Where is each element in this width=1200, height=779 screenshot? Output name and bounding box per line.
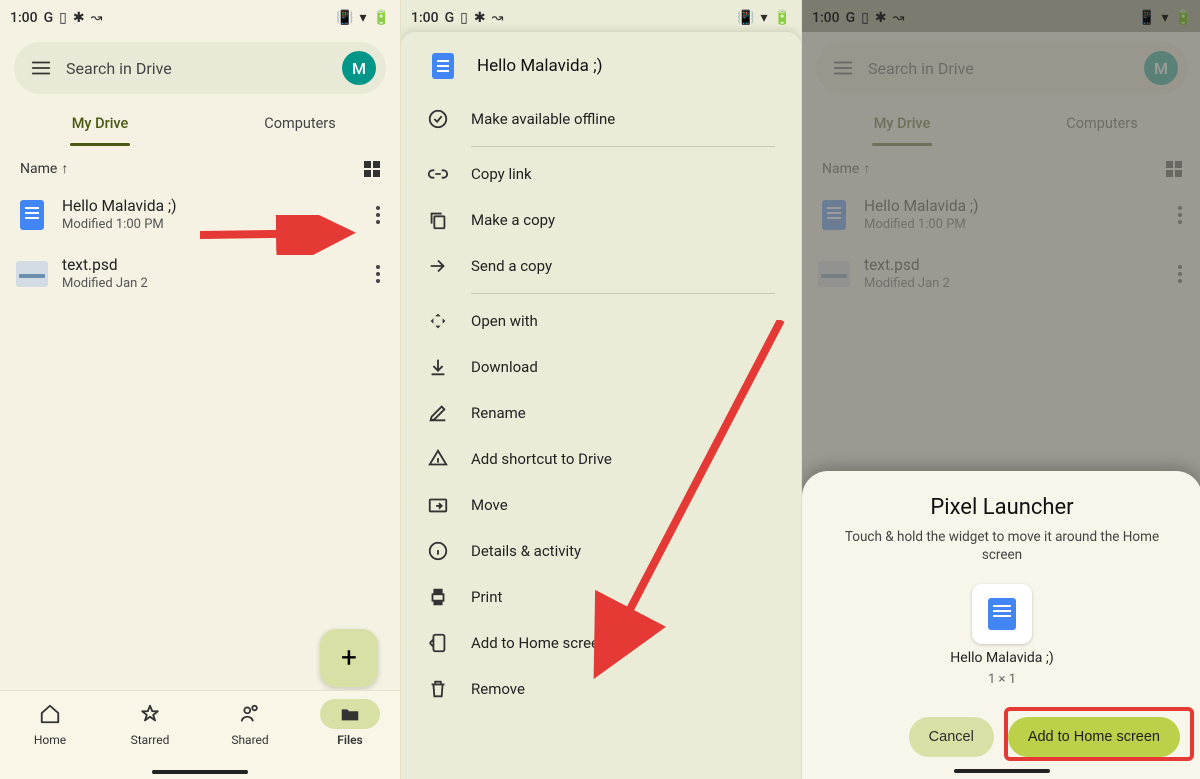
search-placeholder: Search in Drive (66, 59, 328, 78)
fab-new[interactable]: + (320, 629, 378, 687)
vibrate-icon: 📳 (336, 10, 353, 26)
add-home-icon (427, 632, 449, 654)
rename-icon (427, 402, 449, 424)
grid-view-icon[interactable] (364, 161, 380, 177)
g-icon: G (445, 10, 455, 26)
status-bar: 1:00 G ▯ ✱ ↝ 📳 ▾ 🔋 (401, 0, 801, 32)
wifi-icon: ▾ (761, 10, 768, 26)
info-icon (427, 540, 449, 562)
menu-send-copy[interactable]: Send a copy (427, 243, 775, 289)
clock: 1:00 (411, 10, 439, 26)
link-icon (427, 163, 449, 185)
menu-rename[interactable]: Rename (427, 390, 775, 436)
screenshot-drive-files: 1:00 G ▯ ✱ ↝ 📳 ▾ 🔋 Search in Drive M My … (0, 0, 401, 779)
status-bar: 1:00 G ▯ ✱ ↝ 📳 ▾ 🔋 (0, 0, 400, 32)
nav-handle[interactable] (152, 770, 248, 774)
file-name: text.psd (62, 256, 358, 274)
search-bar[interactable]: Search in Drive M (14, 42, 386, 94)
menu-download[interactable]: Download (427, 344, 775, 390)
menu-open-with[interactable]: Open with (427, 298, 775, 344)
more-icon[interactable] (372, 200, 384, 230)
nav-home[interactable]: Home (0, 699, 100, 779)
annotation-highlight (1004, 707, 1194, 761)
fan-icon: ✱ (474, 10, 486, 26)
vibrate-icon: 📳 (737, 10, 754, 26)
nav-shared[interactable]: Shared (200, 699, 300, 779)
screenshot-add-widget: 1:00 G ▯ ✱ ↝ 📳 ▾ 🔋 Search in Drive M My … (802, 0, 1200, 779)
cancel-button[interactable]: Cancel (909, 717, 994, 757)
send-icon (427, 255, 449, 277)
file-modified: Modified Jan 2 (62, 276, 358, 291)
file-name: Hello Malavida ;) (62, 197, 358, 215)
wifi-icon: ▾ (360, 10, 367, 26)
g-icon: G (44, 10, 54, 26)
screenshot-context-menu: 1:00 G ▯ ✱ ↝ 📳 ▾ 🔋 Hello Malavida ;) Mak… (401, 0, 802, 779)
open-with-icon (427, 310, 449, 332)
sort-button[interactable]: Name ↑ (20, 160, 68, 177)
home-icon (39, 703, 61, 725)
dialog-title: Pixel Launcher (824, 495, 1180, 520)
menu-print[interactable]: Print (427, 574, 775, 620)
drive-shortcut-icon (427, 448, 449, 470)
battery-icon: 🔋 (373, 10, 390, 26)
star-icon (139, 703, 161, 725)
menu-remove[interactable]: Remove (427, 666, 775, 712)
offline-icon (427, 108, 449, 130)
phone-icon: ▯ (460, 10, 468, 26)
people-icon (239, 703, 261, 725)
widget-size: 1 × 1 (988, 672, 1016, 687)
nav-files[interactable]: Files (300, 699, 400, 779)
dialog-subtitle: Touch & hold the widget to move it aroun… (834, 528, 1170, 564)
clock: 1:00 (10, 10, 38, 26)
docs-icon (988, 598, 1016, 630)
menu-details[interactable]: Details & activity (427, 528, 775, 574)
widget-name: Hello Malavida ;) (950, 650, 1053, 666)
file-row[interactable]: Hello Malavida ;) Modified 1:00 PM (14, 185, 386, 244)
widget-preview[interactable]: Hello Malavida ;) 1 × 1 (824, 584, 1180, 687)
menu-offline[interactable]: Make available offline (427, 96, 775, 142)
account-avatar[interactable]: M (342, 51, 376, 85)
menu-copy-link[interactable]: Copy link (427, 151, 775, 197)
folder-icon (339, 703, 361, 725)
tab-computers[interactable]: Computers (200, 100, 400, 146)
file-modified: Modified 1:00 PM (62, 217, 358, 232)
list-header: Name ↑ (0, 146, 400, 185)
arrow-up-icon: ↑ (61, 160, 68, 177)
nav-starred[interactable]: Starred (100, 699, 200, 779)
bottom-nav: Home Starred Shared Files (0, 690, 400, 779)
print-icon (427, 586, 449, 608)
menu-icon[interactable] (30, 57, 52, 79)
docs-icon (427, 50, 459, 82)
dots-icon: ↝ (91, 10, 103, 26)
battery-icon: 🔋 (774, 10, 791, 26)
tabs: My Drive Computers (0, 100, 400, 146)
fan-icon: ✱ (73, 10, 85, 26)
menu-shortcut[interactable]: Add shortcut to Drive (427, 436, 775, 482)
copy-icon (427, 209, 449, 231)
trash-icon (427, 678, 449, 700)
dots-icon: ↝ (492, 10, 504, 26)
download-icon (427, 356, 449, 378)
sheet-title: Hello Malavida ;) (477, 56, 603, 76)
file-row[interactable]: text.psd Modified Jan 2 (14, 244, 386, 303)
nav-handle[interactable] (954, 769, 1050, 773)
menu-move[interactable]: Move (427, 482, 775, 528)
tab-my-drive[interactable]: My Drive (0, 100, 200, 146)
docs-icon (16, 199, 48, 231)
move-icon (427, 494, 449, 516)
phone-icon: ▯ (59, 10, 67, 26)
psd-icon (16, 258, 48, 290)
plus-icon: + (341, 644, 357, 672)
menu-add-home[interactable]: Add to Home screen (427, 620, 775, 666)
bottom-sheet: Hello Malavida ;) Make available offline… (401, 32, 801, 779)
more-icon[interactable] (372, 259, 384, 289)
menu-make-copy[interactable]: Make a copy (427, 197, 775, 243)
